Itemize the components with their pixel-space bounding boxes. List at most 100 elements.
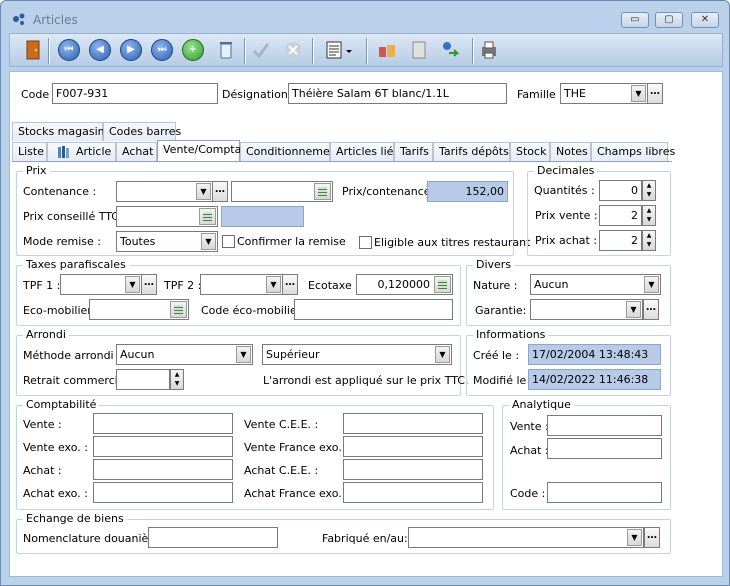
compta-vente-france-exo-input[interactable]: [343, 436, 483, 457]
analytique-vente-input[interactable]: [547, 415, 662, 436]
tab-tarifs-depots[interactable]: Tarifs dépôts: [433, 142, 510, 161]
minimize-button[interactable]: ▭: [621, 12, 649, 28]
compta-vente-exo-input[interactable]: [93, 436, 233, 457]
chevron-down-icon[interactable]: ▼: [644, 276, 659, 293]
copy-icon[interactable]: [408, 39, 430, 61]
exit-door-icon[interactable]: [22, 39, 44, 61]
chevron-down-icon[interactable]: ▼: [627, 529, 642, 546]
contenance-browse-button[interactable]: …: [212, 181, 228, 202]
ecotaxe-input[interactable]: 0,120000: [356, 274, 453, 295]
books-icon: [58, 146, 69, 158]
mode-remise-value: Toutes: [120, 235, 156, 248]
modifie-le-value: 14/02/2022 11:46:38: [528, 369, 661, 390]
tab-codes-barres[interactable]: Codes barres: [103, 122, 181, 141]
contenance-select[interactable]: ▼: [116, 181, 213, 202]
comptabilite-group-title: Comptabilité: [23, 398, 100, 411]
prix-conseille-input[interactable]: [116, 206, 218, 227]
code-input[interactable]: F007-931: [52, 83, 218, 104]
confirmer-remise-checkbox[interactable]: [222, 235, 235, 248]
calculator-icon[interactable]: [199, 208, 216, 225]
delete-record-icon[interactable]: [215, 39, 237, 61]
ecomobilier-input[interactable]: [89, 299, 189, 320]
analytique-achat-input[interactable]: [547, 438, 662, 459]
garantie-select[interactable]: ▼: [530, 299, 643, 320]
prix-vente-dec-spinner[interactable]: ▲ ▼: [642, 205, 656, 226]
tab-conditionnement[interactable]: Conditionnement: [240, 142, 341, 161]
chevron-down-icon[interactable]: ▼: [125, 276, 140, 293]
title-bar[interactable]: Articles ▭ ▢ ✕: [1, 1, 729, 31]
nomenclature-input[interactable]: [148, 527, 278, 548]
compta-achat-input[interactable]: [93, 459, 233, 480]
retrait-commercial-input[interactable]: [116, 369, 170, 390]
chevron-down-icon[interactable]: ▼: [236, 346, 251, 363]
add-record-icon[interactable]: +: [182, 39, 204, 61]
validate-icon[interactable]: [250, 39, 272, 61]
eligible-titres-checkbox[interactable]: [359, 236, 372, 249]
chevron-down-icon[interactable]: ▼: [626, 301, 641, 318]
first-record-icon[interactable]: ⏮: [58, 39, 80, 61]
cart-icon[interactable]: [376, 39, 398, 61]
compta-achat-exo-input[interactable]: [93, 482, 233, 503]
maximize-button[interactable]: ▢: [655, 12, 683, 28]
quantites-input[interactable]: 0: [599, 180, 642, 201]
tab-notes[interactable]: Notes: [550, 142, 591, 161]
sens-arrondi-select[interactable]: Supérieur ▼: [262, 344, 452, 365]
prix-contenance-value: 152,00: [427, 181, 508, 202]
tab-articles-lies[interactable]: Articles liés: [330, 142, 399, 161]
prix-achat-dec-input[interactable]: 2: [599, 230, 642, 251]
cancel-icon[interactable]: [282, 39, 304, 61]
tpf2-select[interactable]: ▼: [200, 274, 283, 295]
last-record-icon[interactable]: ⏭: [151, 39, 173, 61]
chevron-down-icon[interactable]: ▼: [201, 233, 216, 250]
close-button[interactable]: ✕: [691, 12, 719, 28]
next-record-icon[interactable]: ▶: [120, 39, 142, 61]
toolbar: ⏮ ◀ ▶ ⏭ +: [9, 33, 723, 67]
calculator-icon[interactable]: [434, 276, 451, 293]
chevron-down-icon[interactable]: ▼: [435, 346, 450, 363]
compta-vente-cee-input[interactable]: [343, 413, 483, 434]
chevron-down-icon[interactable]: ▼: [266, 276, 281, 293]
fabrique-select[interactable]: ▼: [408, 527, 644, 548]
designation-input[interactable]: Théière Salam 6T blanc/1.1L: [288, 83, 507, 104]
tpf2-browse-button[interactable]: …: [282, 274, 298, 295]
tpf2-label: TPF 2 :: [164, 279, 202, 292]
report-menu-icon[interactable]: [324, 39, 354, 61]
quantites-spinner[interactable]: ▲ ▼: [642, 180, 656, 201]
contenance-qty-input[interactable]: [231, 181, 333, 202]
tab-achat[interactable]: Achat: [116, 142, 157, 161]
prix-group-title: Prix: [23, 164, 50, 177]
tab-stock[interactable]: Stock: [510, 142, 550, 161]
fabrique-browse-button[interactable]: …: [644, 527, 660, 548]
famille-select[interactable]: THE ▼: [560, 83, 648, 104]
mode-remise-select[interactable]: Toutes ▼: [116, 231, 218, 252]
calculator-icon[interactable]: [170, 301, 187, 318]
tab-champs-libres[interactable]: Champs libres: [591, 142, 675, 161]
print-icon[interactable]: [478, 39, 500, 61]
retrait-commercial-spinner[interactable]: ▲ ▼: [170, 369, 184, 390]
code-ecomobilier-input[interactable]: [294, 299, 453, 320]
tpf1-browse-button[interactable]: …: [141, 274, 157, 295]
compta-vente-input[interactable]: [93, 413, 233, 434]
previous-record-icon[interactable]: ◀: [89, 39, 111, 61]
prix-vente-dec-input[interactable]: 2: [599, 205, 642, 226]
tab-liste[interactable]: Liste: [12, 142, 47, 161]
calculator-icon[interactable]: [314, 183, 331, 200]
chevron-down-icon[interactable]: ▼: [631, 85, 646, 102]
methode-arrondi-select[interactable]: Aucun ▼: [116, 344, 253, 365]
analytique-achat-label: Achat :: [510, 444, 549, 457]
famille-browse-button[interactable]: …: [647, 83, 663, 104]
tab-stocks-magasins[interactable]: Stocks magasins: [12, 122, 110, 141]
analytique-code-input[interactable]: [547, 482, 662, 503]
tab-vente-compta[interactable]: Vente/Compta: [157, 140, 241, 161]
prix-achat-dec-spinner[interactable]: ▲ ▼: [642, 230, 656, 251]
compta-achat-cee-input[interactable]: [343, 459, 483, 480]
nature-select[interactable]: Aucun ▼: [530, 274, 661, 295]
chevron-down-icon[interactable]: ▼: [196, 183, 211, 200]
tpf1-select[interactable]: ▼: [60, 274, 142, 295]
compta-achat-france-exo-input[interactable]: [343, 482, 483, 503]
tab-tarifs[interactable]: Tarifs: [394, 142, 433, 161]
tab-article[interactable]: Article: [47, 142, 116, 161]
garantie-browse-button[interactable]: …: [643, 299, 659, 320]
transfer-icon[interactable]: [440, 39, 462, 61]
tab-article-label: Article: [76, 145, 112, 158]
